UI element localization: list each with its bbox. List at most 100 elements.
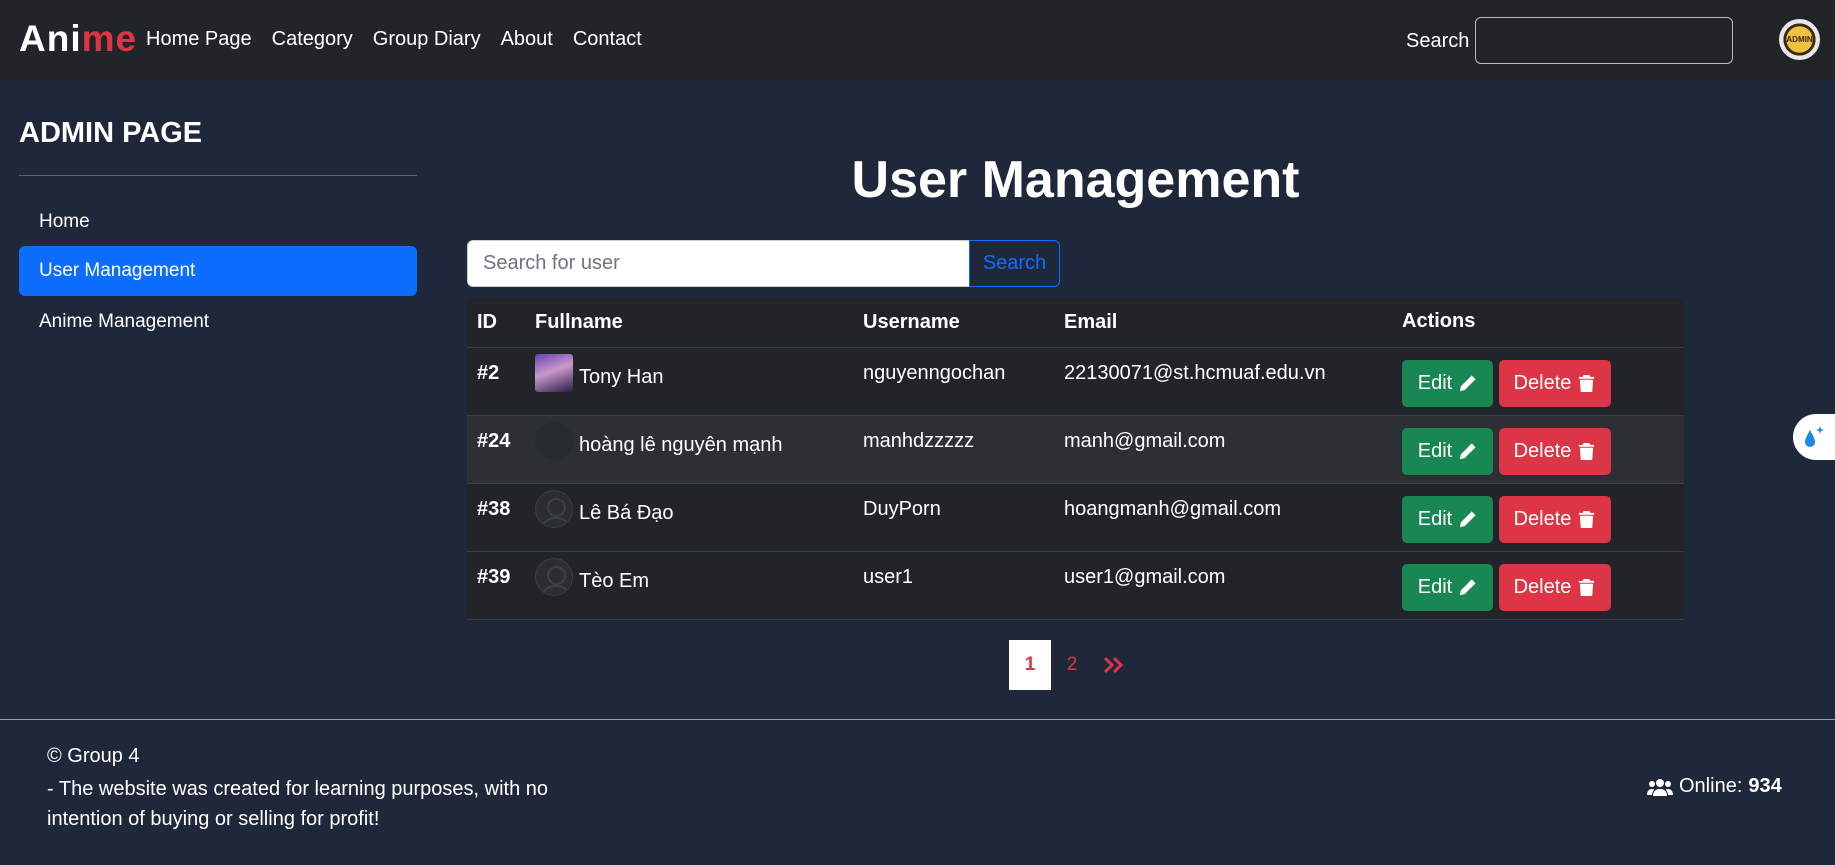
users-table: ID Fullname Username Email Actions #2 To… (467, 298, 1684, 620)
delete-button[interactable]: Delete (1499, 564, 1611, 611)
double-chevron-right-icon (1103, 656, 1124, 674)
user-avatar (535, 490, 573, 528)
cell-id: #38 (477, 498, 511, 520)
trash-icon (1579, 578, 1595, 597)
cell-actions: Edit Delete (1402, 428, 1684, 475)
online-label: Online: (1679, 775, 1743, 797)
sparkle-drop-icon (1805, 426, 1824, 447)
trash-icon (1579, 442, 1595, 461)
floating-widget-button[interactable] (1793, 414, 1835, 460)
nav-link-category[interactable]: Category (272, 28, 353, 51)
cell-id: #2 (477, 362, 500, 384)
online-counter: Online: 934 (1647, 775, 1782, 798)
admin-avatar[interactable]: ADMIN (1779, 19, 1820, 60)
delete-button[interactable]: Delete (1499, 496, 1611, 543)
search-placeholder: Search for user (483, 252, 620, 274)
cell-fullname: Tony Han (535, 354, 863, 392)
edit-button[interactable]: Edit (1402, 496, 1493, 543)
cell-username: user1 (863, 566, 914, 588)
pencil-icon (1460, 443, 1476, 460)
pencil-icon (1460, 511, 1476, 528)
nav-search-input[interactable] (1475, 17, 1733, 64)
table-row: #2 Tony Han nguyenngochan 22130071@st.hc… (467, 348, 1684, 416)
user-avatar (535, 558, 573, 596)
pencil-icon (1460, 579, 1476, 596)
online-count: 934 (1748, 775, 1782, 797)
delete-label: Delete (1513, 440, 1572, 462)
table-row: #38 Lê Bá Đạo DuyPorn hoangmanh@gmail.co… (467, 484, 1684, 552)
page-2[interactable]: 2 (1051, 640, 1093, 690)
cell-id: #24 (477, 430, 511, 452)
logo-text-me: me (81, 18, 138, 59)
edit-button[interactable]: Edit (1402, 428, 1493, 475)
cell-fullname: Lê Bá Đạo (535, 490, 863, 528)
trash-icon (1579, 374, 1595, 393)
top-navbar: Anime Home Page Category Group Diary Abo… (0, 0, 1835, 80)
cell-fullname: hoàng lê nguyên mạnh (535, 422, 863, 460)
header-actions: Actions (1402, 310, 1476, 332)
cell-actions: Edit Delete (1402, 496, 1684, 543)
edit-label: Edit (1417, 576, 1453, 598)
header-email: Email (1064, 311, 1118, 333)
edit-label: Edit (1417, 440, 1453, 462)
cell-email: user1@gmail.com (1064, 566, 1226, 588)
sidebar-divider (19, 175, 417, 176)
nav-search-label: Search (1406, 30, 1470, 52)
trash-icon (1579, 510, 1595, 529)
footer-note: - The website was created for learning p… (47, 778, 549, 830)
sidebar-item-anime-management[interactable]: Anime Management (19, 297, 417, 347)
pagination: 1 2 (1009, 640, 1135, 690)
cell-id: #39 (477, 566, 511, 588)
delete-label: Delete (1513, 576, 1572, 598)
edit-button[interactable]: Edit (1402, 360, 1493, 407)
footer-copyright: © Group 4 (47, 745, 140, 767)
user-search-button[interactable]: Search (969, 240, 1060, 287)
nav-link-home-page[interactable]: Home Page (146, 28, 252, 51)
delete-label: Delete (1513, 372, 1572, 394)
table-row: #39 Tèo Em user1 user1@gmail.com Edit De… (467, 552, 1684, 620)
cell-email: manh@gmail.com (1064, 430, 1226, 452)
cell-email: hoangmanh@gmail.com (1064, 498, 1282, 520)
cell-email: 22130071@st.hcmuaf.edu.vn (1064, 362, 1326, 384)
edit-button[interactable]: Edit (1402, 564, 1493, 611)
sidebar-title: ADMIN PAGE (19, 117, 203, 149)
user-avatar (535, 422, 573, 460)
delete-button[interactable]: Delete (1499, 428, 1611, 475)
next-page-button[interactable] (1093, 640, 1135, 690)
header-id: ID (477, 311, 497, 333)
nav-link-group-diary[interactable]: Group Diary (373, 28, 481, 51)
page-1[interactable]: 1 (1009, 640, 1051, 690)
nav-link-contact[interactable]: Contact (573, 28, 642, 51)
cell-actions: Edit Delete (1402, 564, 1684, 611)
fullname-text: Tony Han (579, 365, 664, 388)
delete-label: Delete (1513, 508, 1572, 530)
page-title: User Management (851, 151, 1300, 209)
nav-links: Home Page Category Group Diary About Con… (146, 28, 642, 51)
cell-username: DuyPorn (863, 498, 941, 520)
delete-button[interactable]: Delete (1499, 360, 1611, 407)
edit-label: Edit (1417, 508, 1453, 530)
edit-label: Edit (1417, 372, 1453, 394)
cell-actions: Edit Delete (1402, 360, 1684, 407)
users-icon (1647, 778, 1673, 796)
site-logo[interactable]: Anime (19, 18, 137, 60)
user-avatar (535, 354, 573, 392)
footer-divider (0, 719, 1835, 720)
fullname-text: Tèo Em (579, 569, 650, 592)
table-row: #24 hoàng lê nguyên mạnh manhdzzzzz manh… (467, 416, 1684, 484)
table-header-row: ID Fullname Username Email Actions (467, 298, 1684, 348)
user-search-input[interactable]: Search for user (467, 240, 970, 287)
nav-link-about[interactable]: About (501, 28, 553, 51)
sidebar-item-user-management[interactable]: User Management (19, 246, 417, 296)
fullname-text: hoàng lê nguyên mạnh (579, 433, 783, 456)
cell-username: nguyenngochan (863, 362, 1006, 384)
sidebar-item-home[interactable]: Home (19, 197, 417, 247)
header-fullname: Fullname (535, 311, 623, 333)
avatar-text: ADMIN (1786, 35, 1813, 44)
logo-text-ani: Ani (19, 18, 82, 59)
cell-username: manhdzzzzz (863, 430, 975, 452)
fullname-text: Lê Bá Đạo (579, 501, 674, 524)
header-username: Username (863, 311, 960, 333)
cell-fullname: Tèo Em (535, 558, 863, 596)
pencil-icon (1460, 375, 1476, 392)
